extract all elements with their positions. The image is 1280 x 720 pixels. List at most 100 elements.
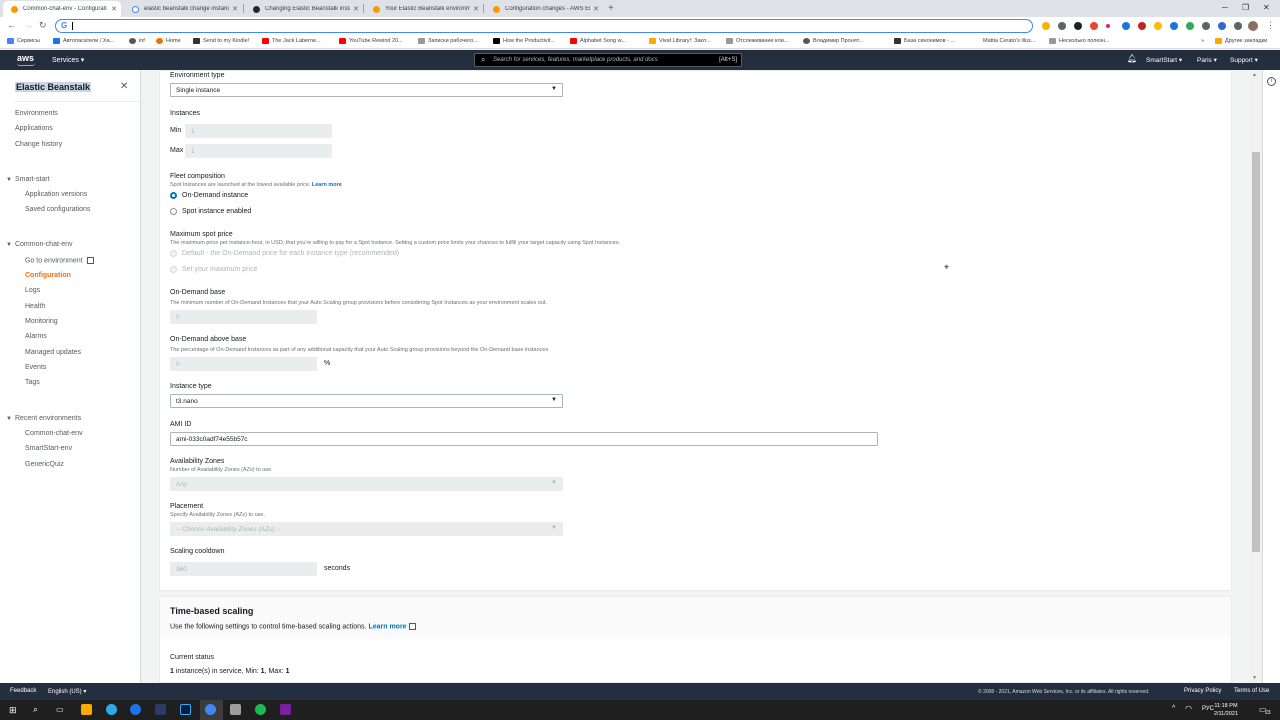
sidebar-item-alarms[interactable]: Alarms (25, 333, 47, 340)
az-select[interactable]: Any ▼ (170, 477, 563, 491)
input-language[interactable]: РУС (1202, 706, 1214, 712)
minimize-icon[interactable]: ─ (1222, 3, 1228, 12)
browser-tab[interactable]: Configuration changes - AWS Ela ✕ (485, 1, 603, 17)
premiere-icon[interactable] (155, 704, 166, 715)
sidebar-item-monitoring[interactable]: Monitoring (25, 318, 58, 325)
search-icon[interactable]: ⌕ (33, 704, 38, 715)
sidebar-item-recent-env[interactable]: GenericQuiz (25, 461, 64, 468)
browser-menu-icon[interactable]: ⋮ (1266, 20, 1275, 31)
app-icon[interactable] (230, 704, 241, 715)
bookmark[interactable]: Send to my Kindle! (193, 38, 249, 44)
sidebar-item-go-to-environment[interactable]: Go to environment (25, 257, 94, 264)
radio-default-price[interactable]: Default - the On-Demand price for each i… (170, 250, 399, 257)
privacy-link[interactable]: Privacy Policy (1184, 688, 1221, 694)
sidebar-item-recent-env[interactable]: SmartStart-env (25, 445, 72, 452)
bookmark[interactable]: How the Productivit... (493, 38, 555, 44)
extension-icon[interactable] (1122, 22, 1130, 30)
learn-more-link[interactable]: Learn more (312, 182, 342, 188)
sidebar-item-configuration[interactable]: Configuration (25, 272, 71, 279)
bookmark[interactable]: The Jack Laberne... (262, 38, 321, 44)
extension-icon[interactable] (1042, 22, 1050, 30)
photoshop-icon[interactable] (180, 704, 191, 715)
info-icon[interactable]: i (1267, 77, 1276, 86)
ami-id-input[interactable]: ami-033c0adf74e55b57c (170, 432, 878, 446)
sidebar-item-application-versions[interactable]: Application versions (25, 191, 87, 198)
bookmark[interactable]: База синонимов - ... (894, 38, 955, 44)
profile-avatar[interactable] (1248, 21, 1258, 31)
sidebar-item-applications[interactable]: Applications (15, 125, 53, 132)
scrollbar-thumb[interactable] (1252, 152, 1260, 552)
close-tab-icon[interactable]: ✕ (593, 5, 599, 13)
file-explorer-icon[interactable] (81, 704, 92, 715)
sidebar-title[interactable]: Elastic Beanstalk (15, 82, 92, 92)
account-menu[interactable]: SmartStart ▾ (1146, 56, 1182, 64)
bookmark[interactable]: Сервисы (7, 38, 40, 44)
bookmark[interactable]: Автопасатели / Ха... (53, 38, 114, 44)
placement-select[interactable]: -- Choose Availability Zones (AZs) -- ▼ (170, 522, 563, 536)
terms-link[interactable]: Terms of Use (1234, 688, 1269, 694)
aws-logo[interactable]: aws (17, 53, 34, 63)
min-instances-input[interactable]: 1 (185, 124, 332, 138)
extension-icon[interactable] (1058, 22, 1066, 30)
sidebar-item-saved-configurations[interactable]: Saved configurations (25, 206, 90, 213)
on-demand-above-input[interactable]: 0 (170, 357, 317, 371)
instance-type-select[interactable]: t3.nano ▼ (170, 394, 563, 408)
max-instances-input[interactable]: 1 (185, 144, 332, 158)
task-view-icon[interactable]: ▭ (56, 705, 64, 714)
sidebar-item-recent-env[interactable]: Common-chat-env (25, 430, 83, 437)
bell-icon[interactable]: 🔔︎ (1127, 54, 1137, 63)
extension-icon[interactable] (1170, 22, 1178, 30)
recent-section-toggle[interactable]: ▼ Recent environments (6, 415, 81, 422)
tray-chevron-icon[interactable]: ^ (1172, 705, 1175, 712)
window-close-icon[interactable]: ✕ (1263, 3, 1270, 12)
bookmarks-overflow-icon[interactable]: » (1201, 38, 1204, 44)
sidebar-item-managed-updates[interactable]: Managed updates (25, 349, 81, 356)
bookmark[interactable]: Отслеживание кли... (726, 38, 788, 44)
browser-tab[interactable]: Common-chat-env - Configurati ✕ (3, 1, 121, 17)
forward-icon[interactable]: → (24, 20, 33, 30)
bookmark[interactable]: Vivat Library!: Закл... (649, 38, 711, 44)
region-menu[interactable]: Paris ▾ (1197, 56, 1217, 64)
bookmark[interactable]: Alphabet Song w... (570, 38, 626, 44)
browser-tab[interactable]: Changing Elastic Beanstalk insta ✕ (245, 1, 363, 17)
maximize-icon[interactable]: ❐ (1242, 3, 1249, 12)
search-input[interactable]: ⌕ Search for services, features, marketp… (474, 53, 742, 67)
extensions-puzzle-icon[interactable] (1234, 22, 1242, 30)
chrome-icon[interactable] (205, 704, 216, 715)
radio-spot[interactable]: Spot instance enabled (170, 208, 251, 215)
sidebar-item-health[interactable]: Health (25, 303, 45, 310)
sidebar-item-logs[interactable]: Logs (25, 287, 40, 294)
radio-max-price[interactable]: Set your maximum price (170, 266, 257, 273)
browser-tab[interactable]: elastic beanstalk change instanc ✕ (124, 1, 242, 17)
system-clock[interactable]: 11:18 PM 2/11/2021 (1214, 702, 1238, 718)
support-menu[interactable]: Support ▾ (1230, 56, 1258, 64)
browser-tab[interactable]: Your Elastic Beanstalk environme ✕ (365, 1, 483, 17)
spotify-icon[interactable] (255, 704, 266, 715)
new-tab-icon[interactable]: + (608, 3, 614, 14)
windows-start-icon[interactable]: ⊞ (9, 705, 17, 716)
reload-icon[interactable]: ↻ (39, 20, 47, 31)
firefox-icon[interactable] (130, 704, 141, 715)
bookmark[interactable]: Mattia Cerato's illus... (983, 38, 1035, 44)
bookmark[interactable]: inf (129, 38, 145, 44)
sidebar-item-environments[interactable]: Environments (15, 110, 58, 117)
sidebar-item-events[interactable]: Events (25, 364, 46, 371)
close-tab-icon[interactable]: ✕ (232, 5, 238, 13)
bookmark[interactable]: Записки рабочего... (418, 38, 478, 44)
on-demand-base-input[interactable]: 0 (170, 310, 317, 324)
scroll-down-icon[interactable]: ▼ (1252, 675, 1257, 681)
language-selector[interactable]: English (US) ▾ (48, 688, 86, 695)
extension-icon[interactable] (1202, 22, 1210, 30)
services-menu[interactable]: Services ▾ (52, 56, 84, 64)
back-icon[interactable]: ← (7, 20, 16, 30)
other-bookmarks[interactable]: Другие закладки (1215, 38, 1267, 44)
bookmark[interactable]: Несколько полезн... (1049, 38, 1110, 44)
close-icon[interactable]: ✕ (120, 81, 128, 92)
env-type-select[interactable]: Single instance ▼ (170, 83, 563, 97)
extension-icon[interactable] (1138, 22, 1146, 30)
address-bar[interactable]: G (55, 19, 1033, 33)
extension-icon[interactable] (1106, 24, 1110, 28)
app-section-toggle[interactable]: ▼ Smart-start (6, 176, 50, 183)
bookmark[interactable]: YouTube Rewind 20... (339, 38, 403, 44)
bookmark[interactable]: Владимир Пронят... (803, 38, 863, 44)
